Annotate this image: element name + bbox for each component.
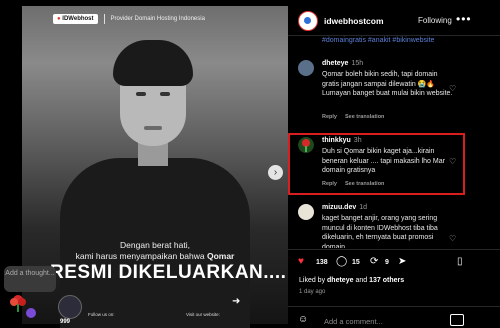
more-dots-icon[interactable]: ••• (456, 12, 472, 26)
add-comment-divider (288, 306, 500, 307)
liked-by-summary[interactable]: Liked by dheteye and 137 others (299, 277, 404, 284)
comment-like-heart-icon[interactable]: ♡ (449, 157, 456, 166)
carousel-next-icon[interactable]: › (268, 165, 283, 180)
header-divider (288, 35, 500, 36)
comment-bubble-icon[interactable]: ◯ (336, 256, 347, 267)
comment-like-heart-icon[interactable]: ♡ (449, 84, 456, 93)
poster-avatar[interactable] (298, 11, 318, 31)
save-bookmark-icon[interactable]: ▯ (457, 256, 463, 267)
emoji-smiley-icon[interactable]: ☺ (298, 314, 308, 325)
media-footer-count: 999 (60, 319, 71, 325)
comment-user[interactable]: thinkkyu 3h (322, 137, 362, 144)
see-translation-link[interactable]: See translation (345, 114, 384, 120)
note-flower-avatar (10, 295, 26, 312)
brand-logo: ● IDWebhost (53, 14, 98, 24)
actions-divider (288, 249, 500, 250)
person-mouth (144, 126, 162, 130)
repost-count: 9 (385, 259, 389, 266)
share-paper-plane-icon[interactable]: ➤ (398, 256, 406, 267)
media-footer-avatar (58, 295, 82, 319)
note-badge-icon (26, 308, 36, 318)
comment-actions: Reply See translation (322, 181, 392, 187)
brand-bar: ● IDWebhost Provider Domain Hosting Indo… (53, 12, 205, 26)
media-headline: RESMI DIKELUARKAN.... (50, 262, 287, 283)
comment-user[interactable]: mizuu.dev 1d (322, 204, 367, 211)
comment-actions: Reply See translation (322, 114, 392, 120)
add-comment-input[interactable]: Add a comment... (324, 317, 383, 326)
media-caption-line1: Dengan berat hati, (120, 240, 190, 250)
comment-count: 15 (352, 259, 360, 266)
comment-text: Duh si Qomar bikin kaget aja...kirain be… (322, 148, 445, 174)
comment-user[interactable]: dheteye 15h (322, 60, 363, 67)
media-share-icon: ➜ (232, 296, 241, 307)
gif-sticker-icon[interactable] (450, 314, 464, 326)
repost-icon[interactable]: ⟳ (370, 256, 378, 267)
following-button[interactable]: Following (418, 16, 452, 25)
reply-button[interactable]: Reply (322, 181, 337, 187)
comment-like-heart-icon[interactable]: ♡ (449, 234, 456, 243)
commenter-avatar[interactable] (298, 204, 314, 220)
brand-tagline: Provider Domain Hosting Indonesia (110, 16, 205, 22)
see-translation-link[interactable]: See translation (345, 181, 384, 187)
post-time-ago: 1 day ago (299, 289, 326, 295)
media-caption-line2: kami harus menyampaikan bahwa Qomar (75, 251, 235, 261)
comment-text: Qomar boleh bikin sedih, tapi domain gra… (322, 71, 453, 97)
media-follow-us: Follow us on: (88, 312, 115, 317)
reply-button[interactable]: Reply (322, 114, 337, 120)
post-hashtags[interactable]: #domaingratis #anakit #bikinwebsite (322, 37, 434, 44)
person-eye-left (136, 92, 146, 96)
poster-username[interactable]: idwebhostcom (324, 16, 384, 26)
add-thought-bubble[interactable]: Add a thought... (4, 266, 56, 292)
commenter-avatar[interactable] (298, 60, 314, 76)
person-eye-right (160, 92, 170, 96)
media-visit-website: Visit our website: (186, 312, 220, 317)
comment-text: kaget banget anjir, orang yang sering mu… (322, 215, 438, 248)
brand-separator (103, 14, 105, 24)
like-count: 138 (316, 259, 328, 266)
like-heart-icon[interactable]: ♥ (298, 256, 304, 267)
commenter-avatar[interactable] (298, 137, 314, 153)
